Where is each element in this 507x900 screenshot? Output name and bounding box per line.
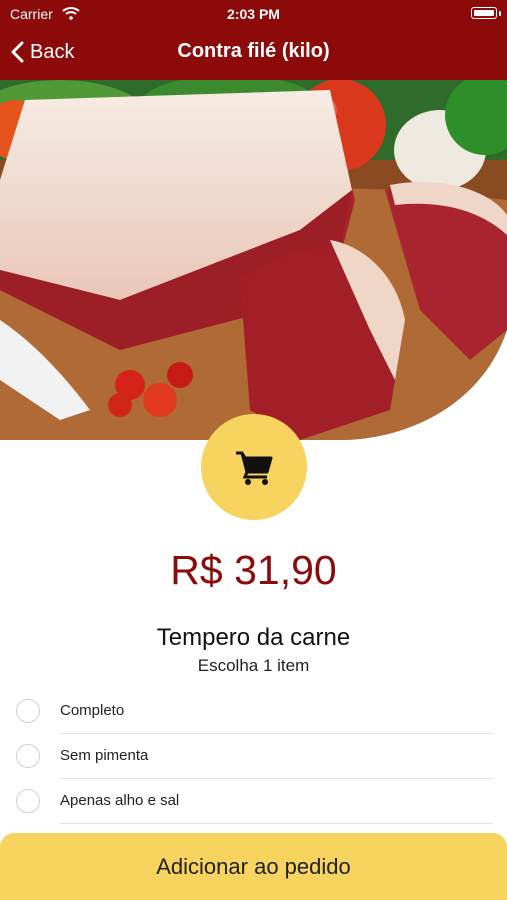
product-image [0, 80, 507, 440]
header-bar: Carrier 2:03 PM Back Contra filé (kilo) [0, 0, 507, 80]
divider [60, 778, 493, 779]
option-label: Apenas alho e sal [60, 792, 180, 809]
option-apenas-alho-e-sal[interactable]: Apenas alho e sal [0, 780, 507, 824]
add-to-cart-button[interactable] [201, 414, 307, 520]
page-title: Contra filé (kilo) [177, 40, 330, 62]
radio-button[interactable] [16, 744, 40, 768]
option-completo[interactable]: Completo [0, 690, 507, 734]
radio-button[interactable] [16, 789, 40, 813]
option-label: Sem pimenta [60, 747, 149, 764]
battery-tip [499, 11, 501, 16]
add-to-order-button[interactable]: Adicionar ao pedido [0, 833, 507, 900]
radio-button[interactable] [16, 699, 40, 723]
option-label: Completo [60, 702, 125, 719]
clock: 2:03 PM [227, 6, 280, 22]
product-price: R$ 31,90 [170, 547, 337, 593]
battery-icon [471, 7, 497, 19]
options-section-title: Tempero da carne [156, 624, 351, 651]
status-bar: Carrier 2:03 PM [0, 0, 507, 28]
divider [60, 733, 493, 734]
option-sem-pimenta[interactable]: Sem pimenta [0, 735, 507, 779]
options-section-subtitle: Escolha 1 item [197, 656, 310, 675]
divider [60, 823, 493, 824]
cart-icon [236, 451, 273, 485]
